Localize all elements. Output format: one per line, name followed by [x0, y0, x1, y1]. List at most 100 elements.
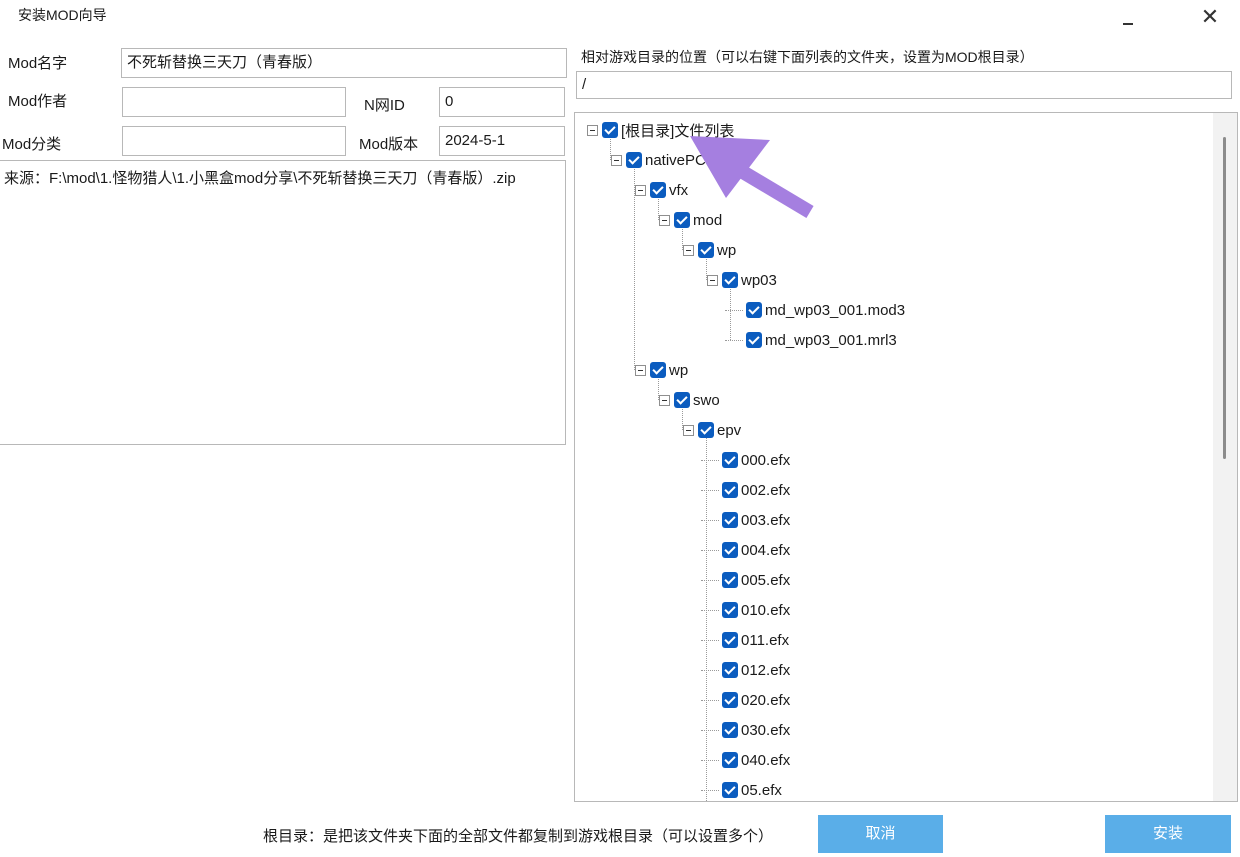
collapse-icon[interactable] [611, 154, 622, 166]
tree-node[interactable]: [根目录]文件列表 [587, 119, 734, 141]
collapse-icon[interactable] [659, 394, 670, 406]
tree-node[interactable]: swo [659, 389, 720, 411]
file-tree[interactable]: [根目录]文件列表 nativePC vfx mod wp wp03 md_wp03_001… [574, 112, 1238, 802]
source-textarea[interactable]: 来源：F:\mod\1.怪物猎人\1.小黑盒mod分享\不死斩替换三天刀（青春版… [0, 160, 566, 445]
location-label: 相对游戏目录的位置（可以右键下面列表的文件夹，设置为MOD根目录） [581, 49, 1034, 65]
tree-node[interactable]: 000.efx [707, 449, 790, 471]
tree-node[interactable]: 020.efx [707, 689, 790, 711]
tree-node[interactable]: 011.efx [707, 629, 789, 651]
tree-node-label: 002.efx [741, 481, 791, 499]
tree-node[interactable]: 010.efx [707, 599, 790, 621]
tree-node[interactable]: vfx [635, 179, 688, 201]
minimize-icon [1123, 23, 1133, 25]
tree-node-label: 004.efx [741, 541, 791, 559]
tree-node[interactable]: wp03 [707, 269, 777, 291]
mod-version-input[interactable]: 2024-5-1 [439, 126, 565, 156]
mod-name-input[interactable]: 不死斩替换三天刀（青春版） [121, 48, 567, 78]
tree-node[interactable]: epv [683, 419, 741, 441]
checkbox-checked-icon[interactable] [698, 242, 714, 258]
checkbox-checked-icon[interactable] [722, 572, 738, 588]
close-icon: ✕ [1200, 4, 1220, 29]
checkbox-checked-icon[interactable] [722, 662, 738, 678]
mod-author-label: Mod作者 [8, 93, 68, 110]
tree-node-label: 010.efx [741, 601, 791, 619]
tree-node-label: 005.efx [741, 571, 791, 589]
tree-node-label: 05.efx [741, 781, 782, 799]
nid-label: N网ID [364, 97, 405, 114]
close-button[interactable]: ✕ [1196, 4, 1224, 30]
install-button[interactable]: 安装 [1105, 815, 1231, 853]
tree-node[interactable]: 003.efx [707, 509, 790, 531]
tree-node[interactable]: wp [683, 239, 736, 261]
window-title: 安装MOD向导 [18, 7, 107, 23]
collapse-icon[interactable] [707, 274, 718, 286]
tree-node[interactable]: 05.efx [707, 779, 782, 801]
tree-node[interactable]: 012.efx [707, 659, 790, 681]
checkbox-checked-icon[interactable] [722, 542, 738, 558]
root-directory-note: 根目录：是把该文件夹下面的全部文件都复制到游戏根目录（可以设置多个） [263, 828, 774, 845]
checkbox-checked-icon[interactable] [674, 392, 690, 408]
checkbox-checked-icon[interactable] [650, 182, 666, 198]
tree-scrollbar-thumb[interactable] [1223, 137, 1226, 459]
nid-input[interactable]: 0 [439, 87, 565, 117]
minimize-button[interactable] [1114, 4, 1142, 30]
checkbox-checked-icon[interactable] [746, 302, 762, 318]
collapse-icon[interactable] [659, 214, 670, 226]
tree-node[interactable]: md_wp03_001.mod3 [731, 299, 905, 321]
checkbox-checked-icon[interactable] [722, 602, 738, 618]
cancel-button[interactable]: 取消 [818, 815, 943, 853]
tree-node-label: mod [693, 211, 723, 229]
tree-node-label: swo [693, 391, 720, 409]
checkbox-checked-icon[interactable] [722, 272, 738, 288]
checkbox-checked-icon[interactable] [722, 752, 738, 768]
tree-node[interactable]: wp [635, 359, 688, 381]
tree-node-label: nativePC [645, 151, 706, 169]
mod-author-input[interactable] [122, 87, 346, 117]
tree-node[interactable]: 004.efx [707, 539, 790, 561]
collapse-icon[interactable] [683, 244, 694, 256]
checkbox-checked-icon[interactable] [674, 212, 690, 228]
tree-node-label: [根目录]文件列表 [621, 122, 735, 140]
mod-category-input[interactable] [122, 126, 346, 156]
location-input[interactable]: / [576, 71, 1232, 99]
tree-node-label: 012.efx [741, 661, 791, 679]
checkbox-checked-icon[interactable] [602, 122, 618, 138]
tree-node-label: md_wp03_001.mrl3 [765, 331, 897, 349]
tree-scrollbar[interactable] [1213, 113, 1237, 801]
source-text: 来源：F:\mod\1.怪物猎人\1.小黑盒mod分享\不死斩替换三天刀（青春版… [4, 170, 516, 187]
tree-node[interactable]: 002.efx [707, 479, 790, 501]
tree-node-label: epv [717, 421, 742, 439]
checkbox-checked-icon[interactable] [746, 332, 762, 348]
tree-node-label: wp [717, 241, 737, 259]
checkbox-checked-icon[interactable] [722, 512, 738, 528]
collapse-icon[interactable] [587, 124, 598, 136]
tree-node[interactable]: 030.efx [707, 719, 790, 741]
tree-node[interactable]: 005.efx [707, 569, 790, 591]
checkbox-checked-icon[interactable] [650, 362, 666, 378]
checkbox-checked-icon[interactable] [722, 692, 738, 708]
mod-version-label: Mod版本 [359, 136, 419, 153]
collapse-icon[interactable] [635, 364, 646, 376]
checkbox-checked-icon[interactable] [722, 482, 738, 498]
mod-name-label: Mod名字 [8, 55, 68, 72]
checkbox-checked-icon[interactable] [722, 452, 738, 468]
tree-node-label: 000.efx [741, 451, 791, 469]
tree-node-label: vfx [669, 181, 689, 199]
checkbox-checked-icon[interactable] [698, 422, 714, 438]
tree-node[interactable]: mod [659, 209, 722, 231]
collapse-icon[interactable] [635, 184, 646, 196]
checkbox-checked-icon[interactable] [722, 632, 738, 648]
checkbox-checked-icon[interactable] [626, 152, 642, 168]
tree-node-label: wp03 [741, 271, 777, 289]
tree-node-label: 030.efx [741, 721, 791, 739]
tree-node-label: wp [669, 361, 689, 379]
tree-node[interactable]: md_wp03_001.mrl3 [731, 329, 897, 351]
checkbox-checked-icon[interactable] [722, 722, 738, 738]
mod-category-label: Mod分类 [2, 136, 62, 153]
collapse-icon[interactable] [683, 424, 694, 436]
tree-node-label: 003.efx [741, 511, 791, 529]
checkbox-checked-icon[interactable] [722, 782, 738, 798]
tree-node[interactable]: 040.efx [707, 749, 790, 771]
tree-node[interactable]: nativePC [611, 149, 706, 171]
tree-node-label: md_wp03_001.mod3 [765, 301, 906, 319]
